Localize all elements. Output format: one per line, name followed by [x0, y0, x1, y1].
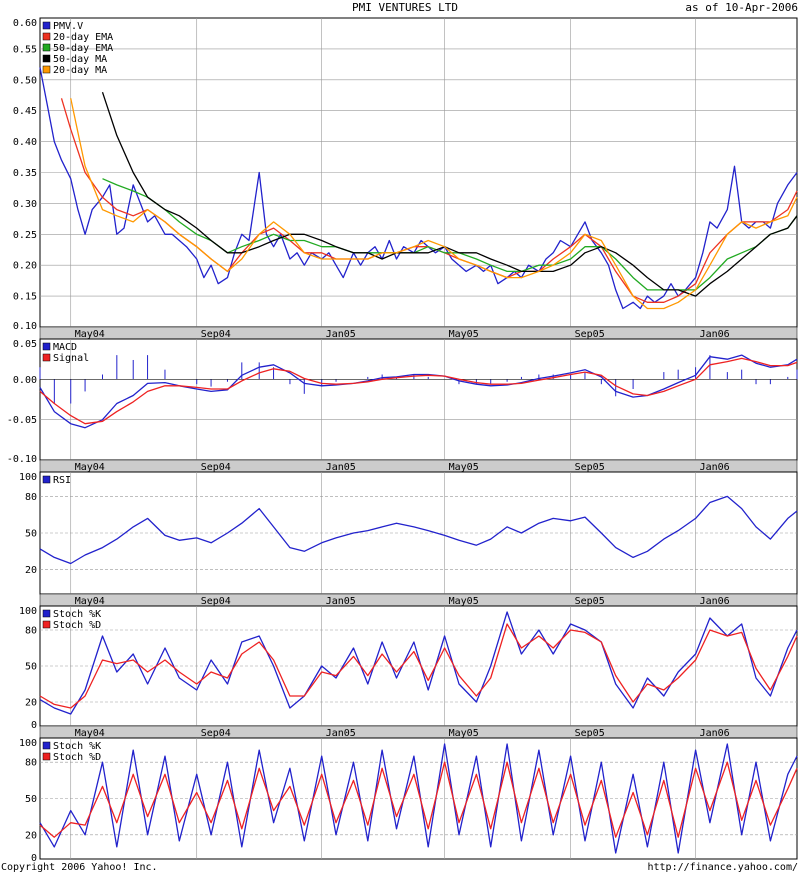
- xtick-stochastic-slow-0: May04: [75, 728, 105, 739]
- ytick-price-2: 0.50: [13, 75, 37, 86]
- legend-label-macd-0: MACD: [53, 342, 77, 353]
- legend-swatch-price-4: [42, 65, 51, 74]
- legend-swatch-macd-1: [42, 353, 51, 362]
- ytick-stochastic-slow-3: 20: [25, 698, 37, 709]
- ytick-price-10: 0.10: [13, 321, 37, 332]
- source-url: http://finance.yahoo.com/: [647, 862, 798, 873]
- ytick-price-7: 0.25: [13, 230, 37, 241]
- xtick-rsi-5: Jan06: [700, 596, 730, 607]
- chart-root: PMI VENTURES LTD as of 10-Apr-2006 0.60 0…: [0, 0, 800, 874]
- chart-svg: 0.60 0.55 0.50 0.45 0.40 0.35 0.30 0.25 0.20 0.15…: [7, 17, 798, 864]
- xtick-macd-3: May05: [449, 462, 479, 473]
- ytick-price-1: 0.55: [13, 44, 37, 55]
- ytick-stochastic-fast-1: 80: [25, 758, 37, 769]
- legend-label-rsi-0: RSI: [53, 475, 71, 486]
- xtick-price-4: Sep05: [575, 329, 605, 340]
- ytick-macd-3: -0.10: [7, 454, 37, 465]
- ytick-macd-1: 0.00: [13, 375, 37, 386]
- ytick-price-6: 0.30: [13, 199, 37, 210]
- panel-frame-macd: [39, 338, 798, 461]
- xtick-macd-4: Sep05: [575, 462, 605, 473]
- xtick-price-1: Sep04: [201, 329, 231, 340]
- legend-swatch-price-1: [42, 32, 51, 41]
- x-axis-band-price: [39, 326, 798, 340]
- x-axis-band-macd: [39, 459, 798, 473]
- x-axis-band-rsi: [39, 593, 798, 607]
- ytick-stochastic-fast-3: 20: [25, 830, 37, 841]
- x-axis-band-stochastic-slow: [39, 725, 798, 739]
- xtick-stochastic-slow-2: Jan05: [326, 728, 356, 739]
- xtick-stochastic-slow-1: Sep04: [201, 728, 231, 739]
- legend-label-price-4: 20-day MA: [53, 65, 107, 76]
- ytick-stochastic-fast-2: 50: [25, 794, 37, 805]
- ytick-macd-0: 0.05: [13, 339, 37, 350]
- xtick-macd-0: May04: [75, 462, 105, 473]
- legend-swatch-rsi-0: [42, 475, 51, 484]
- ytick-price-4: 0.40: [13, 137, 37, 148]
- ytick-price-9: 0.15: [13, 292, 37, 303]
- xtick-rsi-1: Sep04: [201, 596, 231, 607]
- legend-label-price-2: 50-day EMA: [53, 43, 113, 54]
- legend-label-price-1: 20-day EMA: [53, 32, 113, 43]
- xtick-stochastic-slow-5: Jan06: [700, 728, 730, 739]
- ytick-price-8: 0.20: [13, 261, 37, 272]
- xtick-price-5: Jan06: [700, 329, 730, 340]
- legend-label-stochastic-slow-1: Stoch %D: [53, 620, 101, 631]
- ytick-stochastic-slow-1: 80: [25, 626, 37, 637]
- xtick-price-3: May05: [449, 329, 479, 340]
- panel-frame-rsi: [39, 471, 798, 595]
- xtick-macd-2: Jan05: [326, 462, 356, 473]
- ytick-stochastic-fast-0: 100: [19, 738, 37, 749]
- legend-swatch-macd-0: [42, 342, 51, 351]
- xtick-stochastic-slow-4: Sep05: [575, 728, 605, 739]
- xtick-macd-1: Sep04: [201, 462, 231, 473]
- legend-swatch-stochastic-slow-0: [42, 609, 51, 618]
- legend-swatch-stochastic-fast-1: [42, 752, 51, 761]
- xtick-price-2: Jan05: [326, 329, 356, 340]
- xtick-stochastic-slow-3: May05: [449, 728, 479, 739]
- legend-label-stochastic-slow-0: Stoch %K: [53, 609, 101, 620]
- xtick-rsi-4: Sep05: [575, 596, 605, 607]
- ytick-price-0: 0.60: [13, 18, 37, 29]
- ytick-price-5: 0.35: [13, 168, 37, 179]
- ytick-macd-2: -0.05: [7, 415, 37, 426]
- legend-swatch-stochastic-slow-1: [42, 620, 51, 629]
- panel-frame-stochastic-fast: [39, 737, 798, 860]
- legend-swatch-price-3: [42, 54, 51, 63]
- legend-label-stochastic-fast-1: Stoch %D: [53, 752, 101, 763]
- legend-label-stochastic-fast-0: Stoch %K: [53, 741, 101, 752]
- xtick-rsi-2: Jan05: [326, 596, 356, 607]
- xtick-rsi-3: May05: [449, 596, 479, 607]
- legend-swatch-price-2: [42, 43, 51, 52]
- ytick-stochastic-slow-2: 50: [25, 662, 37, 673]
- ytick-rsi-0: 100: [19, 472, 37, 483]
- legend-label-macd-1: Signal: [53, 353, 89, 364]
- chart-title: PMI VENTURES LTD: [352, 1, 458, 14]
- legend-label-price-0: PMV.V: [53, 21, 83, 32]
- legend-swatch-stochastic-fast-0: [42, 741, 51, 750]
- ytick-rsi-3: 20: [25, 565, 37, 576]
- ytick-rsi-2: 50: [25, 529, 37, 540]
- as-of-date: as of 10-Apr-2006: [685, 1, 798, 14]
- ytick-rsi-1: 80: [25, 492, 37, 503]
- xtick-price-0: May04: [75, 329, 105, 340]
- xtick-macd-5: Jan06: [700, 462, 730, 473]
- xtick-rsi-0: May04: [75, 596, 105, 607]
- ytick-stochastic-slow-4: 0: [31, 720, 37, 731]
- ytick-stochastic-slow-0: 100: [19, 606, 37, 617]
- ytick-price-3: 0.45: [13, 106, 37, 117]
- legend-swatch-price-0: [42, 21, 51, 30]
- legend-label-price-3: 50-day MA: [53, 54, 107, 65]
- copyright-text: Copyright 2006 Yahoo! Inc.: [1, 862, 158, 873]
